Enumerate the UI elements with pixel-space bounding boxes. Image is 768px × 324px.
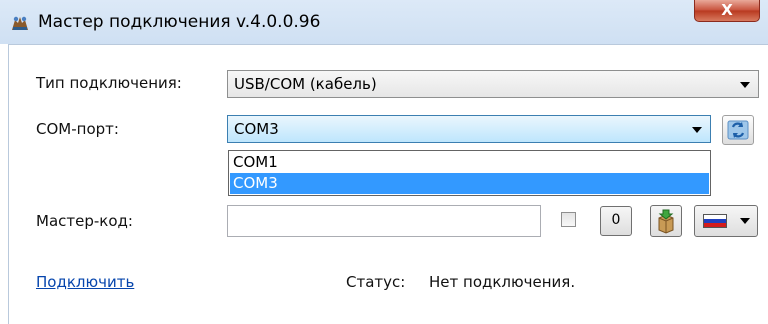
status-label: Статус:: [346, 273, 406, 291]
zero-button-label: 0: [611, 212, 621, 228]
app-icon: [12, 16, 28, 30]
com-port-option-selected[interactable]: COM3: [230, 173, 709, 194]
chevron-down-icon: [740, 218, 750, 224]
russian-flag-icon: [703, 214, 727, 228]
com-port-dropdown-list: COM1 COM3: [228, 150, 711, 196]
zero-button[interactable]: 0: [600, 206, 632, 236]
com-port-option[interactable]: COM1: [230, 152, 709, 173]
title-bar[interactable]: Мастер подключения v.4.0.0.96 X: [0, 0, 768, 44]
connection-type-value: USB/COM (кабель): [234, 75, 377, 93]
com-port-label: COM-порт:: [36, 120, 119, 138]
package-button[interactable]: [650, 205, 682, 237]
connection-type-label: Тип подключения:: [36, 74, 182, 92]
language-select[interactable]: [694, 205, 758, 237]
master-code-checkbox[interactable]: [561, 212, 576, 227]
close-icon: X: [721, 1, 733, 19]
package-icon: [658, 209, 674, 234]
connect-link[interactable]: Подключить: [36, 273, 134, 291]
connection-type-select[interactable]: USB/COM (кабель): [227, 70, 759, 98]
chevron-down-icon: [692, 127, 702, 133]
com-port-select[interactable]: COM3: [227, 115, 711, 143]
refresh-icon: [727, 120, 749, 140]
com-port-value: COM3: [234, 120, 279, 138]
refresh-ports-button[interactable]: [722, 115, 754, 145]
master-code-label: Мастер-код:: [36, 212, 133, 230]
master-code-input[interactable]: [227, 205, 541, 237]
status-value: Нет подключения.: [429, 273, 576, 291]
chevron-down-icon: [740, 82, 750, 88]
connection-wizard-window: Мастер подключения v.4.0.0.96 X Тип подк…: [0, 0, 768, 324]
close-button[interactable]: X: [694, 0, 760, 22]
window-title: Мастер подключения v.4.0.0.96: [38, 12, 321, 32]
